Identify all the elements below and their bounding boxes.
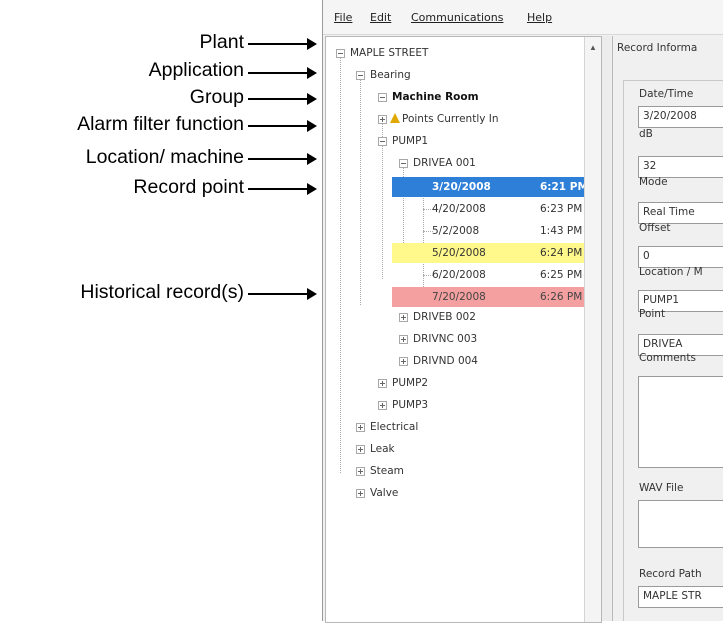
tree-node-electrical[interactable]: Electrical <box>370 421 418 433</box>
app-window: File Edit Communications Help MAPLE STRE… <box>322 0 723 623</box>
menu-file[interactable]: File <box>334 11 352 24</box>
record-time: 6:21 PM <box>540 181 588 193</box>
tree-line <box>340 53 342 473</box>
arrow-icon <box>248 153 317 165</box>
wav-file-field[interactable] <box>638 500 723 548</box>
annotation-label: Alarm filter function <box>77 113 244 135</box>
db-field[interactable]: 32 <box>638 156 723 178</box>
mode-field[interactable]: Real Time <box>638 202 723 224</box>
tree-node-pump3[interactable]: PUMP3 <box>392 399 428 411</box>
record-info-panel: Record Informa Date/Time 3/20/2008 dB 32… <box>612 36 723 621</box>
expand-icon[interactable] <box>378 401 387 410</box>
record-time: 6:25 PM <box>540 269 583 281</box>
menu-bar: File Edit Communications Help <box>323 0 723 35</box>
record-row[interactable]: 6/20/2008 6:25 PM <box>392 265 601 285</box>
tree-panel: MAPLE STREET Bearing Machine Room Points… <box>325 36 602 623</box>
tree-scrollbar[interactable]: ▲ <box>584 37 601 622</box>
record-time: 6:24 PM <box>540 247 583 259</box>
arrow-icon <box>248 93 317 105</box>
tree-node-drivec[interactable]: DRIVNC 003 <box>413 333 477 345</box>
expand-icon[interactable] <box>356 489 365 498</box>
record-date: 6/20/2008 <box>432 269 486 281</box>
arrow-icon <box>248 288 317 300</box>
offset-field[interactable]: 0 <box>638 246 723 268</box>
tree-line <box>360 75 362 305</box>
record-row[interactable]: 4/20/2008 6:23 PM <box>392 199 601 219</box>
record-date: 7/20/2008 <box>432 291 486 303</box>
expand-icon[interactable] <box>378 379 387 388</box>
record-path-label: Record Path <box>639 568 702 580</box>
mode-label: Mode <box>639 176 668 188</box>
record-date: 5/20/2008 <box>432 247 486 259</box>
tree-node-alarm-filter[interactable]: Points Currently In <box>402 113 499 125</box>
record-row[interactable]: 5/2/2008 1:43 PM <box>392 221 601 241</box>
offset-label: Offset <box>639 222 671 234</box>
tree-node-group[interactable]: Machine Room <box>392 91 479 103</box>
annotation-label: Group <box>189 86 244 108</box>
annotation-label: Record point <box>133 176 244 198</box>
tree-node-plant[interactable]: MAPLE STREET <box>350 47 428 59</box>
annotation-label: Application <box>148 59 244 81</box>
point-label: Point <box>639 308 666 320</box>
record-path-field[interactable]: MAPLE STR <box>638 586 723 608</box>
location-label: Location / M <box>639 266 703 278</box>
expand-icon[interactable] <box>356 445 365 454</box>
annotation-label: Plant <box>199 31 244 53</box>
collapse-icon[interactable] <box>356 71 365 80</box>
record-row-selected[interactable]: 3/20/2008 6:21 PM <box>392 177 601 197</box>
comments-label: Comments <box>639 352 696 364</box>
arrow-icon <box>248 183 317 195</box>
db-label: dB <box>639 128 653 140</box>
menu-edit[interactable]: Edit <box>370 11 391 24</box>
tree-node-pump1[interactable]: PUMP1 <box>392 135 428 147</box>
record-time: 6:23 PM <box>540 203 583 215</box>
tree-node-pump2[interactable]: PUMP2 <box>392 377 428 389</box>
comments-field[interactable] <box>638 376 723 468</box>
warning-icon <box>390 113 400 123</box>
record-date: 4/20/2008 <box>432 203 486 215</box>
expand-icon[interactable] <box>399 313 408 322</box>
expand-icon[interactable] <box>399 335 408 344</box>
record-row-highlight-red[interactable]: 7/20/2008 6:26 PM <box>392 287 601 307</box>
arrow-icon <box>248 67 317 79</box>
expand-icon[interactable] <box>399 357 408 366</box>
tree-node-drived[interactable]: DRIVND 004 <box>413 355 478 367</box>
menu-communications[interactable]: Communications <box>411 11 503 24</box>
menu-help[interactable]: Help <box>527 11 552 24</box>
annotation-label: Historical record(s) <box>80 281 244 303</box>
expand-icon[interactable] <box>378 115 387 124</box>
scroll-up-icon[interactable]: ▲ <box>589 43 597 52</box>
wav-file-label: WAV File <box>639 482 684 494</box>
arrow-icon <box>248 120 317 132</box>
annotation-label: Location/ machine <box>85 146 244 168</box>
tree-node-application[interactable]: Bearing <box>370 69 411 81</box>
tree-node-drivea[interactable]: DRIVEA 001 <box>413 157 476 169</box>
record-time: 1:43 PM <box>540 225 583 237</box>
tree-node-valve[interactable]: Valve <box>370 487 398 499</box>
collapse-icon[interactable] <box>336 49 345 58</box>
record-time: 6:26 PM <box>540 291 583 303</box>
tree-node-leak[interactable]: Leak <box>370 443 395 455</box>
tree-node-driveb[interactable]: DRIVEB 002 <box>413 311 476 323</box>
expand-icon[interactable] <box>356 423 365 432</box>
collapse-icon[interactable] <box>378 137 387 146</box>
expand-icon[interactable] <box>356 467 365 476</box>
collapse-icon[interactable] <box>399 159 408 168</box>
record-info-title: Record Informa <box>617 42 698 54</box>
record-row-highlight-yellow[interactable]: 5/20/2008 6:24 PM <box>392 243 601 263</box>
tree-node-steam[interactable]: Steam <box>370 465 404 477</box>
date-time-field[interactable]: 3/20/2008 <box>638 106 723 128</box>
record-date: 3/20/2008 <box>432 181 491 193</box>
arrow-icon <box>248 38 317 50</box>
collapse-icon[interactable] <box>378 93 387 102</box>
pane-splitter[interactable] <box>602 36 611 621</box>
record-date: 5/2/2008 <box>432 225 480 237</box>
date-time-label: Date/Time <box>639 88 694 100</box>
